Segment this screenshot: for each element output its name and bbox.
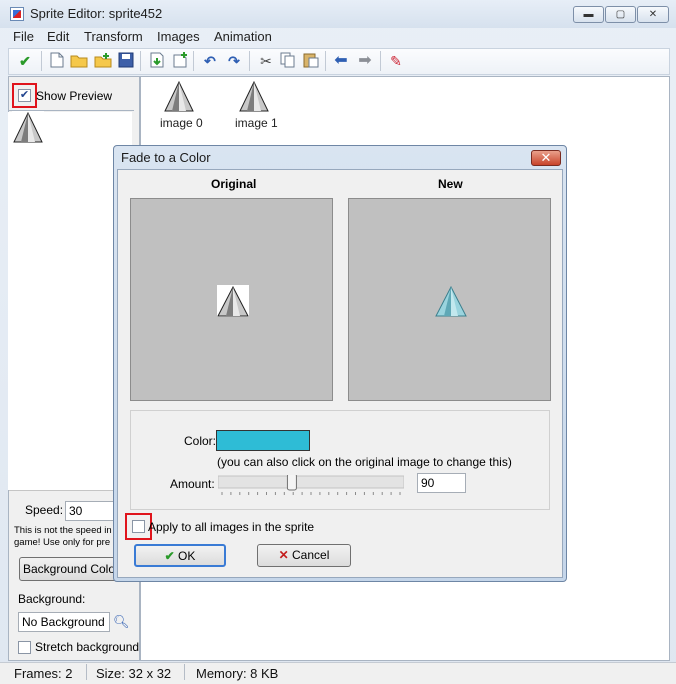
toolbar-separator: [249, 51, 250, 71]
stretch-background-label: Stretch background: [35, 640, 140, 654]
new-heading: New: [438, 177, 463, 191]
menu-edit[interactable]: Edit: [47, 29, 69, 44]
maximize-button[interactable]: ▢: [605, 6, 636, 23]
speed-label: Speed:: [25, 503, 64, 517]
apply-all-checkbox[interactable]: [132, 520, 145, 533]
menu-animation[interactable]: Animation: [214, 29, 272, 44]
new-icon[interactable]: [48, 52, 66, 70]
amount-slider[interactable]: [217, 473, 405, 495]
menu-transform[interactable]: Transform: [84, 29, 143, 44]
ok-label: OK: [178, 549, 196, 563]
original-heading: Original: [211, 177, 257, 191]
minimize-button[interactable]: ▬: [573, 6, 604, 23]
color-swatch[interactable]: [216, 430, 310, 451]
speed-input[interactable]: 30: [65, 501, 115, 521]
status-memory: Memory: 8 KB: [196, 666, 279, 681]
amount-slider-thumb[interactable]: [286, 473, 297, 491]
new-preview: [348, 198, 551, 401]
cut-icon[interactable]: ✂: [257, 52, 275, 70]
toolbar-separator: [140, 51, 141, 71]
show-preview-label: Show Preview: [36, 89, 113, 103]
add-folder-icon[interactable]: [94, 52, 112, 70]
undo-icon[interactable]: ↶: [201, 52, 219, 70]
background-picker-icon[interactable]: 🔍︎: [113, 614, 130, 630]
dialog-close-button[interactable]: ✕: [531, 150, 561, 166]
stretch-background-checkbox[interactable]: [18, 641, 31, 654]
show-preview-checkbox[interactable]: ✔: [18, 89, 31, 102]
menu-images[interactable]: Images: [157, 29, 200, 44]
toolbar-separator: [380, 51, 381, 71]
arrow-left-icon[interactable]: ⬅: [332, 52, 350, 70]
image-label: image 1: [235, 116, 278, 130]
speed-note: This is not the speed in game! Use only …: [14, 525, 112, 548]
copy-icon[interactable]: [279, 52, 297, 70]
apply-all-label: Apply to all images in the sprite: [148, 520, 315, 534]
status-separator: [184, 664, 185, 680]
amount-input[interactable]: 90: [417, 473, 466, 493]
pencil-icon[interactable]: ✎: [387, 52, 405, 70]
menu-file[interactable]: File: [13, 29, 34, 44]
import-icon[interactable]: [148, 52, 166, 70]
background-color-button[interactable]: Background Colo: [19, 557, 119, 581]
close-button[interactable]: ✕: [637, 6, 669, 23]
ok-button[interactable]: ✔ OK: [134, 544, 226, 567]
save-icon[interactable]: [117, 52, 135, 70]
paste-icon[interactable]: [302, 52, 320, 70]
check-icon: ✔: [164, 549, 175, 563]
color-label: Color:: [184, 434, 217, 448]
image-thumbnail[interactable]: [163, 80, 195, 112]
add-image-icon[interactable]: [171, 52, 189, 70]
close-icon: ✕: [278, 548, 289, 562]
status-size: Size: 32 x 32: [96, 666, 172, 681]
amount-label: Amount:: [170, 477, 215, 491]
status-separator: [86, 664, 87, 680]
window-title: Sprite Editor: sprite452: [30, 6, 163, 21]
app-icon: [10, 7, 24, 21]
original-preview[interactable]: [130, 198, 333, 401]
open-folder-icon[interactable]: [70, 52, 88, 70]
toolbar-separator: [325, 51, 326, 71]
background-label: Background:: [18, 592, 86, 606]
image-thumbnail[interactable]: [238, 80, 270, 112]
toolbar-separator: [193, 51, 194, 71]
cancel-button[interactable]: ✕ Cancel: [257, 544, 351, 567]
check-icon[interactable]: ✔: [16, 52, 34, 70]
background-field[interactable]: No Background: [18, 612, 110, 632]
preview-sprite: [12, 111, 44, 146]
color-hint: (you can also click on the original imag…: [217, 455, 512, 469]
toolbar-separator: [41, 51, 42, 71]
cancel-label: Cancel: [292, 548, 330, 562]
redo-icon[interactable]: ↷: [225, 52, 243, 70]
arrow-right-icon[interactable]: ➡: [356, 52, 374, 70]
image-label: image 0: [160, 116, 203, 130]
dialog-title: Fade to a Color: [121, 150, 211, 165]
status-frames: Frames: 2: [14, 666, 73, 681]
